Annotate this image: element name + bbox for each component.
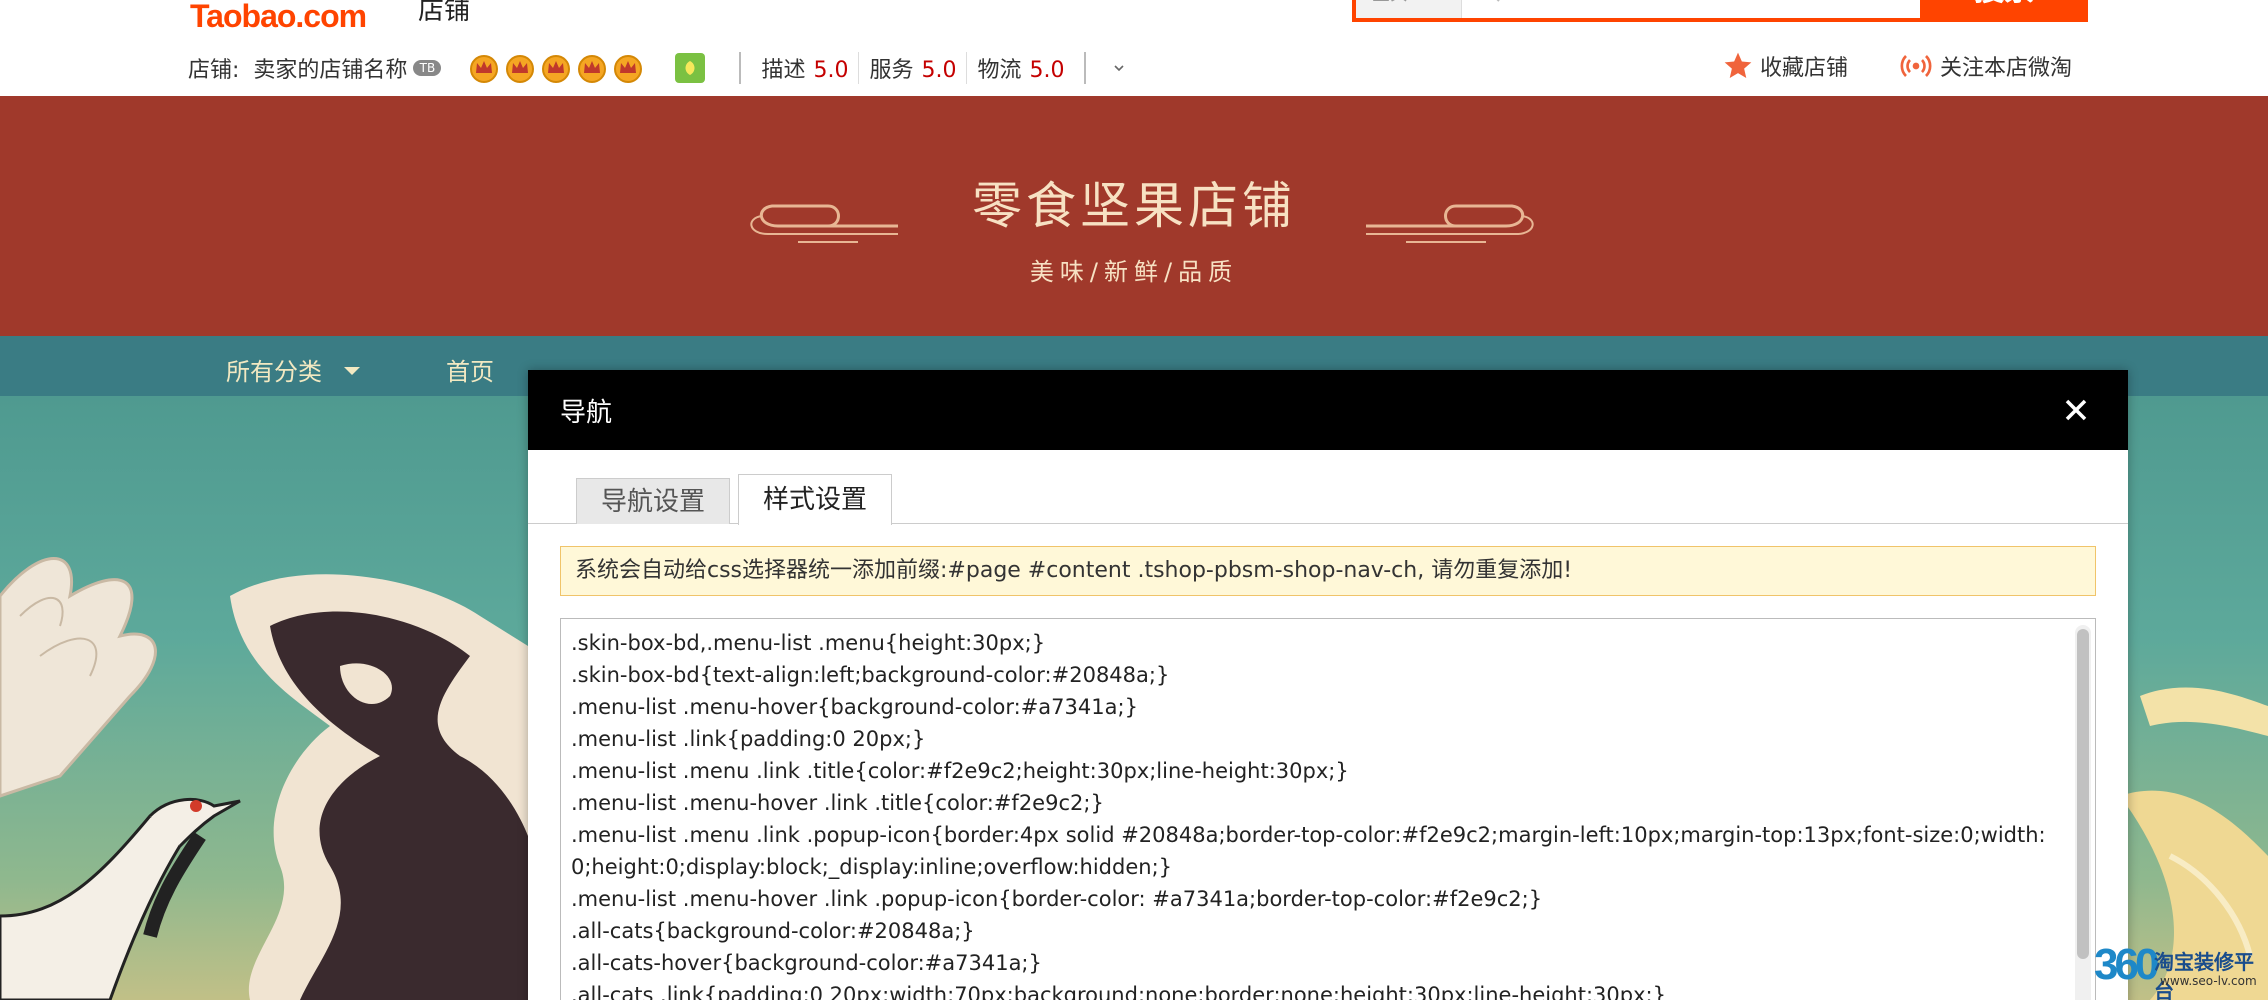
banner-subtitle: 美味/新鲜/品质 xyxy=(1029,258,1239,286)
nav-settings-dialog: 导航 导航设置 样式设置 系统会自动给css选择器统一添加前缀:#page #c… xyxy=(528,370,2128,1000)
favorite-shop-label: 收藏店铺 xyxy=(1760,56,1849,81)
search-button[interactable]: 搜索 xyxy=(1920,0,2088,22)
code-line: .menu-list .link{padding:0 20px;} xyxy=(571,727,926,751)
code-line: .skin-box-bd,.menu-list .menu{height:30p… xyxy=(571,631,1046,655)
caret-down-icon xyxy=(344,366,360,383)
crown-icon xyxy=(542,55,571,83)
banner-title: 零食坚果店铺 xyxy=(972,177,1296,235)
shop-info-row: 店铺: 卖家的店铺名称 TB 描述 5.0 服务 5.0 物流 5.0 xyxy=(188,48,1126,88)
nav-home[interactable]: 首页 xyxy=(446,352,494,387)
watermark-url: www.seo-lv.com xyxy=(2160,974,2257,988)
code-line: .skin-box-bd{text-align:left;background-… xyxy=(571,663,1170,687)
tab-style-settings[interactable]: 样式设置 xyxy=(738,474,892,525)
rating-label: 描述 xyxy=(761,58,806,83)
seller-crowns[interactable] xyxy=(469,53,649,83)
search-box: 宝贝 搜索 xyxy=(1352,0,2088,22)
rating-label: 物流 xyxy=(977,58,1022,83)
code-line: .menu-list .menu-hover{background-color:… xyxy=(571,695,1138,719)
code-line: .menu-list .menu .link .popup-icon{borde… xyxy=(571,823,2046,879)
search-icon xyxy=(1496,0,1500,2)
dialog-title: 导航 xyxy=(560,398,613,428)
css-code-textarea[interactable]: .skin-box-bd,.menu-list .menu{height:30p… xyxy=(560,618,2096,1000)
rating-description: 描述 5.0 xyxy=(751,52,860,84)
logo-text: Taobao.com xyxy=(190,0,367,34)
star-icon xyxy=(1724,52,1752,78)
shop-label: 店铺: xyxy=(188,58,240,83)
nav-all-categories[interactable]: 所有分类 xyxy=(226,352,360,387)
chevron-down-icon[interactable] xyxy=(1112,61,1126,75)
watermark-text: 淘宝装修平台 xyxy=(2154,950,2254,1000)
dialog-tabs: 导航设置 样式设置 xyxy=(528,450,2128,525)
taobao-logo[interactable]: Taobao.com xyxy=(190,0,370,34)
watermark-number: 360 xyxy=(2094,940,2159,989)
crown-icon xyxy=(614,55,643,83)
search-input[interactable] xyxy=(1512,0,1912,16)
code-line: .menu-list .menu .link .title{color:#f2e… xyxy=(571,759,1349,783)
tab-nav-settings[interactable]: 导航设置 xyxy=(576,478,730,524)
rating-service: 服务 5.0 xyxy=(859,52,968,84)
css-code-content[interactable]: .skin-box-bd,.menu-list .menu{height:30p… xyxy=(571,627,2061,1000)
code-line: .all-cats{background-color:#20848a;} xyxy=(571,919,975,943)
crown-icon xyxy=(578,55,607,83)
rating-score: 5.0 xyxy=(921,58,957,83)
code-line: .all-cats-hover{background-color:#a7341a… xyxy=(571,951,1042,975)
site-watermark: 360 淘宝装修平台 www.seo-lv.com xyxy=(2094,940,2268,1000)
shop-name[interactable]: 卖家的店铺名称 xyxy=(253,52,407,84)
search-scope-select[interactable]: 宝贝 xyxy=(1356,0,1462,18)
top-header: Taobao.com 店铺 宝贝 搜索 店铺: 卖家的店铺名称 TB 描述 5.0… xyxy=(0,0,2268,96)
follow-shop-link[interactable]: 关注本店微淘 xyxy=(1900,50,2072,82)
code-line: .all-cats .link{padding:0 20px;width:70p… xyxy=(571,983,1666,1000)
header-shop-label: 店铺 xyxy=(418,0,471,26)
close-icon[interactable] xyxy=(2058,392,2094,428)
shop-banner: 零食坚果店铺 美味/新鲜/品质 xyxy=(0,96,2268,336)
code-line: .menu-list .menu-hover .link .title{colo… xyxy=(571,791,1104,815)
favorite-shop-link[interactable]: 收藏店铺 xyxy=(1722,50,1848,82)
code-scrollbar-thumb[interactable] xyxy=(2077,629,2089,959)
leaf-icon[interactable] xyxy=(675,53,706,83)
rating-logistics: 物流 5.0 xyxy=(967,52,1074,84)
crown-icon xyxy=(506,55,535,83)
dialog-header: 导航 xyxy=(528,370,2128,450)
tb-badge: TB xyxy=(413,60,442,76)
rating-label: 服务 xyxy=(869,58,914,83)
code-scrollbar[interactable] xyxy=(2075,625,2091,1000)
css-prefix-notice: 系统会自动给css选择器统一添加前缀:#page #content .tshop… xyxy=(560,546,2096,596)
rating-score: 5.0 xyxy=(813,58,849,83)
code-line: .menu-list .menu-hover .link .popup-icon… xyxy=(571,887,1543,911)
broadcast-icon xyxy=(1900,55,1932,77)
shop-ratings: 描述 5.0 服务 5.0 物流 5.0 xyxy=(739,52,1087,84)
crown-icon xyxy=(470,55,499,83)
nav-all-categories-label: 所有分类 xyxy=(226,358,322,386)
follow-shop-label: 关注本店微淘 xyxy=(1940,56,2073,81)
rating-score: 5.0 xyxy=(1029,58,1065,83)
